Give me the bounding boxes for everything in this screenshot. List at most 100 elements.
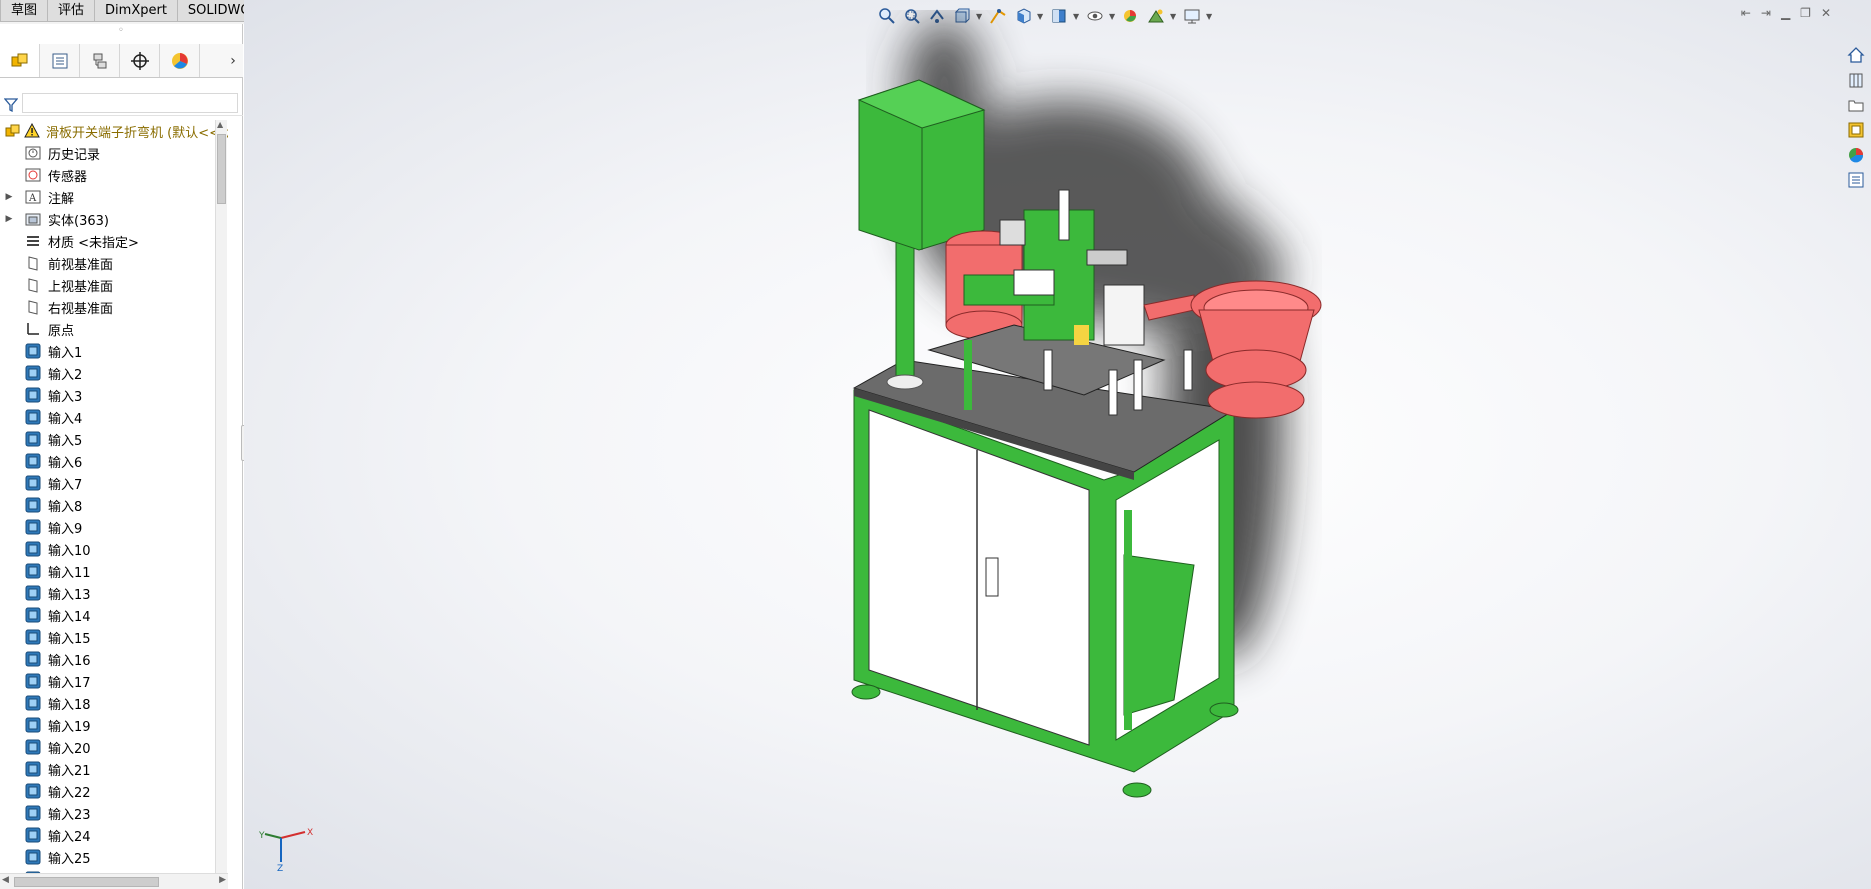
tree-item[interactable]: 传感器 <box>0 164 228 186</box>
panel-grip[interactable]: ◦ <box>0 24 242 40</box>
import-icon <box>24 364 42 382</box>
sensor-icon <box>24 166 42 184</box>
feature-manager-tab[interactable] <box>0 44 40 77</box>
tree-item[interactable]: 输入8 <box>0 494 228 516</box>
scroll-thumb[interactable] <box>217 134 226 204</box>
appearances-icon[interactable] <box>1844 144 1868 166</box>
tree-horizontal-scrollbar[interactable]: ◀ ▶ <box>0 873 228 889</box>
file-explorer-icon[interactable] <box>1844 94 1868 116</box>
tree-item[interactable]: 输入20 <box>0 736 228 758</box>
tree-item[interactable]: 输入1 <box>0 340 228 362</box>
tree-item[interactable]: 输入4 <box>0 406 228 428</box>
tree-item[interactable]: 右视基准面 <box>0 296 228 318</box>
tree-item-label: 输入8 <box>48 499 83 515</box>
tree-item-label: 输入22 <box>48 785 91 801</box>
tree-item[interactable]: 输入23 <box>0 802 228 824</box>
tree-item[interactable]: 原点 <box>0 318 228 340</box>
home-icon[interactable] <box>1844 44 1868 66</box>
import-icon <box>24 606 42 624</box>
tree-item[interactable]: 历史记录 <box>0 142 228 164</box>
tree-item-label: 输入25 <box>48 851 91 867</box>
tree-vertical-scrollbar[interactable]: ▲ ▼ <box>215 120 227 885</box>
tree-item[interactable]: 输入22 <box>0 780 228 802</box>
tree-item[interactable]: 输入7 <box>0 472 228 494</box>
tree-item-label: 输入11 <box>48 565 91 581</box>
tree-item-label: 输入14 <box>48 609 91 625</box>
tab-0[interactable]: 草图 <box>0 0 49 22</box>
tree-item[interactable]: 输入18 <box>0 692 228 714</box>
tree-root-part[interactable]: 滑板开关端子折弯机 (默认<<默认 <box>0 120 228 142</box>
material-icon <box>24 232 42 250</box>
design-library-icon[interactable] <box>1844 69 1868 91</box>
filter-icon[interactable] <box>4 98 18 112</box>
tree-item[interactable]: 输入19 <box>0 714 228 736</box>
next-window-icon[interactable]: ⇥ <box>1761 6 1771 20</box>
tree-item[interactable]: 材质 <未指定> <box>0 230 228 252</box>
tree-filter-input[interactable] <box>22 93 238 113</box>
tree-item[interactable]: 输入16 <box>0 648 228 670</box>
tree-item[interactable]: 输入24 <box>0 824 228 846</box>
tree-item[interactable]: 输入15 <box>0 626 228 648</box>
import-icon <box>24 342 42 360</box>
triad-x-label: X <box>307 828 313 838</box>
tree-item[interactable]: 输入25 <box>0 846 228 868</box>
scroll-up-icon[interactable]: ▲ <box>217 120 223 129</box>
restore-icon[interactable]: ❐ <box>1800 6 1811 20</box>
tree-item-label: 实体(363) <box>48 213 109 229</box>
import-icon <box>24 804 42 822</box>
tree-item[interactable]: 输入6 <box>0 450 228 472</box>
previous-window-icon[interactable]: ⇤ <box>1741 6 1751 20</box>
axis-triad: X Y Z <box>259 828 313 872</box>
tree-item-label: 输入21 <box>48 763 91 779</box>
dimxpert-manager-tab[interactable] <box>120 44 160 77</box>
tree-item-label: 输入3 <box>48 389 83 405</box>
tree-item[interactable]: 输入11 <box>0 560 228 582</box>
part-icon <box>4 122 22 140</box>
feature-manager-panel: ◦ › 滑板开关端子折弯机 (默认<<默认 历史记录 传感器 ▶ A 注解 ▶ … <box>0 24 243 889</box>
tree-item[interactable]: 输入14 <box>0 604 228 626</box>
display-manager-tab[interactable] <box>160 44 200 77</box>
tree-item-label: 输入4 <box>48 411 83 427</box>
import-icon <box>24 584 42 602</box>
expand-arrow-icon[interactable]: ▶ <box>4 192 14 202</box>
scroll-right-icon[interactable]: ▶ <box>219 875 226 885</box>
machine-model[interactable] <box>544 10 1444 810</box>
view-palette-icon[interactable] <box>1844 119 1868 141</box>
minimize-icon[interactable]: ▁ <box>1781 6 1790 20</box>
tree-item[interactable]: 上视基准面 <box>0 274 228 296</box>
tab-1[interactable]: 评估 <box>47 0 96 22</box>
tree-item[interactable]: 输入10 <box>0 538 228 560</box>
property-manager-tab[interactable] <box>40 44 80 77</box>
tree-item[interactable]: ▶ A 注解 <box>0 186 228 208</box>
tree-item-label: 输入9 <box>48 521 83 537</box>
panel-tabs-more-icon[interactable]: › <box>223 44 243 77</box>
import-icon <box>24 760 42 778</box>
scroll-thumb-horizontal[interactable] <box>14 877 159 887</box>
part-name: 滑板开关端子折弯机 (默认<<默认 <box>46 125 228 141</box>
tree-item-label: 右视基准面 <box>48 301 114 317</box>
tree-item[interactable]: ▶ 实体(363) <box>0 208 228 230</box>
tree-item[interactable]: 输入17 <box>0 670 228 692</box>
tree-item[interactable]: 输入3 <box>0 384 228 406</box>
tab-2[interactable]: DimXpert <box>94 0 178 22</box>
graphics-area[interactable]: ▼ ▼ ▼ ▼ ▼ ▼ ⇤ ⇥ ▁ ❐ ✕ X Y Z <box>244 0 1871 889</box>
tree-item-label: 输入16 <box>48 653 91 669</box>
feature-manager-icon <box>11 53 27 66</box>
scroll-left-icon[interactable]: ◀ <box>2 875 9 885</box>
tree-item[interactable]: 输入2 <box>0 362 228 384</box>
tree-item[interactable]: 输入9 <box>0 516 228 538</box>
dimxpert-manager-icon <box>130 51 149 70</box>
tree-item[interactable]: 输入5 <box>0 428 228 450</box>
close-icon[interactable]: ✕ <box>1821 6 1831 20</box>
tree-item[interactable]: 输入13 <box>0 582 228 604</box>
tree-item[interactable]: 前视基准面 <box>0 252 228 274</box>
history-icon <box>24 144 42 162</box>
configuration-manager-tab[interactable] <box>80 44 120 77</box>
tree-item-label: 材质 <未指定> <box>48 235 139 251</box>
custom-properties-icon[interactable] <box>1844 169 1868 191</box>
expand-arrow-icon[interactable]: ▶ <box>4 214 14 224</box>
tree-item[interactable]: 输入21 <box>0 758 228 780</box>
tree-item-label: 输入17 <box>48 675 91 691</box>
import-icon <box>24 474 42 492</box>
triad-y-label: Y <box>259 831 265 841</box>
